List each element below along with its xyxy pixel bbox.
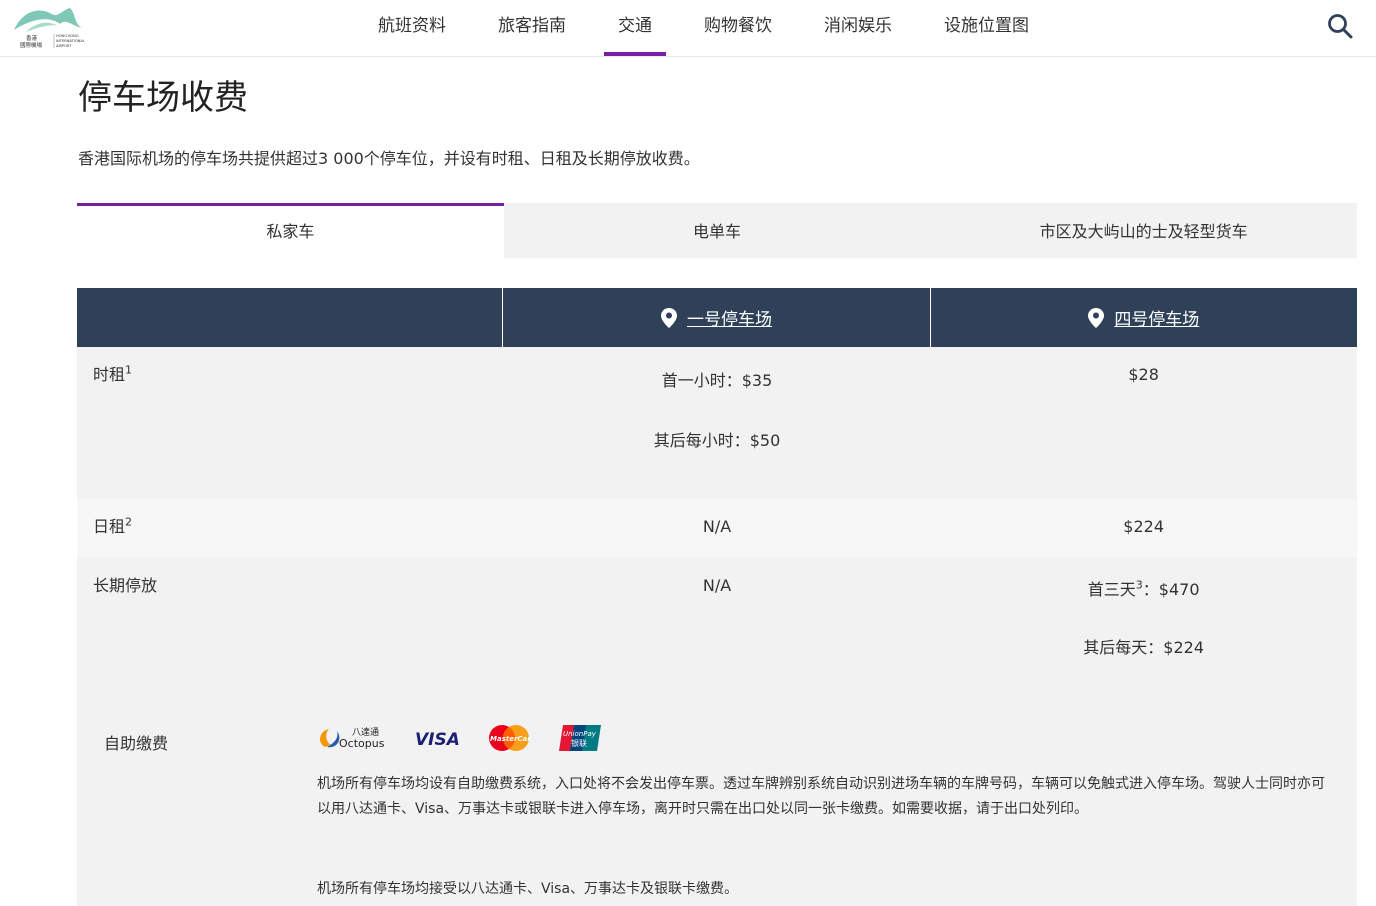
nav-passenger-guide[interactable]: 旅客指南 (472, 0, 592, 56)
column-header-carpark-1: 一号停车场 (502, 288, 929, 347)
unionpay-logo: UnionPay 银联 (559, 724, 601, 756)
cell-long-term-carpark-1: N/A (702, 576, 732, 595)
location-pin-icon (660, 307, 677, 328)
table-row: 日租2 N/A $224 (77, 499, 1357, 558)
payment-methods-note: 机场所有停车场均接受以八达通卡、Visa、万事达卡及银联卡缴费。 (317, 881, 739, 897)
vehicle-tabs: 私家车 电单车 市区及大屿山的士及轻型货车 (77, 203, 1358, 258)
self-payment-description: 机场所有停车场均设有自助缴费系统，入口处将不会发出停车票。透过车牌辨别系统自动识… (317, 776, 1325, 817)
svg-text:Octopus: Octopus (339, 737, 385, 750)
cell-daily-carpark-1: N/A (702, 517, 732, 536)
cell-hourly-carpark-1: 首一小时：$35 其后每小时：$50 (653, 371, 781, 450)
svg-text:INTERNATIONAL: INTERNATIONAL (56, 39, 85, 43)
table-header-empty (77, 288, 502, 347)
page-title: 停车场收费 (78, 78, 248, 118)
hkia-logo[interactable]: 香港 國際機場 HONG KONG INTERNATIONAL AIRPORT (12, 4, 102, 50)
top-navigation-bar: 香港 國際機場 HONG KONG INTERNATIONAL AIRPORT … (0, 0, 1376, 57)
row-label-hourly: 时租1 (93, 363, 133, 384)
svg-text:AIRPORT: AIRPORT (56, 44, 72, 48)
svg-text:HONG KONG: HONG KONG (56, 34, 79, 38)
table-header: 一号停车场 四号停车场 (77, 288, 1357, 347)
nav-entertainment[interactable]: 消闲娱乐 (798, 0, 918, 56)
svg-text:MasterCard: MasterCard (490, 735, 531, 743)
carpark-4-link[interactable]: 四号停车场 (1114, 305, 1199, 330)
main-nav: 航班资料 旅客指南 交通 购物餐饮 消闲娱乐 设施位置图 (352, 0, 1055, 56)
nav-shop-dine[interactable]: 购物餐饮 (678, 0, 798, 56)
svg-text:VISA: VISA (415, 730, 459, 750)
row-label-long-term: 长期停放 (93, 576, 158, 595)
svg-text:國際機場: 國際機場 (20, 41, 43, 49)
cell-hourly-carpark-4: $28 (1128, 365, 1159, 384)
tab-motorcycle[interactable]: 电单车 (503, 203, 931, 258)
column-header-carpark-4: 四号停车场 (929, 288, 1357, 347)
self-payment-label: 自助缴费 (104, 734, 169, 753)
cell-daily-carpark-4: $224 (1123, 517, 1165, 536)
row-label-daily: 日租2 (93, 515, 133, 536)
visa-logo: VISA (413, 726, 460, 754)
self-payment-section: 自助缴费 八達通 Octopus VISA MasterCard (77, 700, 1357, 906)
table-row: 时租1 首一小时：$35 其后每小时：$50 $28 (77, 347, 1357, 499)
cell-long-term-carpark-4: 首三天3：$470 其后每天：$224 (1083, 578, 1205, 657)
nav-facility-map[interactable]: 设施位置图 (918, 0, 1055, 56)
octopus-logo: 八達通 Octopus (315, 723, 385, 757)
mastercard-logo: MasterCard (487, 724, 537, 756)
tab-private-car[interactable]: 私家车 (77, 203, 504, 258)
nav-transport[interactable]: 交通 (592, 0, 678, 56)
svg-text:香港: 香港 (26, 34, 38, 42)
nav-flight-info[interactable]: 航班资料 (352, 0, 472, 56)
svg-text:银联: 银联 (571, 738, 587, 748)
payment-logos: 八達通 Octopus VISA MasterCard UnionPay (315, 724, 629, 756)
intro-text: 香港国际机场的停车场共提供超过3 000个停车位，并设有时租、日租及长期停放收费… (78, 149, 700, 168)
tab-taxi-van[interactable]: 市区及大屿山的士及轻型货车 (930, 203, 1358, 258)
carpark-1-link[interactable]: 一号停车场 (687, 305, 772, 330)
table-row: 长期停放 N/A 首三天3：$470 其后每天：$224 (77, 558, 1357, 700)
search-icon[interactable] (1326, 12, 1354, 40)
parking-fee-table: 一号停车场 四号停车场 时租1 首一小时：$35 其后每小时：$50 $28 日… (77, 288, 1357, 700)
svg-text:UnionPay: UnionPay (563, 730, 597, 738)
location-pin-icon (1088, 307, 1105, 328)
